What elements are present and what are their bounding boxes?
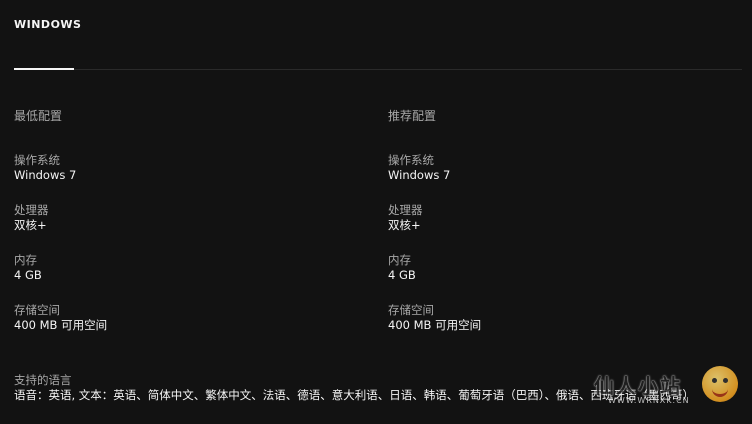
spec-value: 400 MB 可用空间 [388,318,482,332]
site-watermark: 仙人小站 WWW.WRNXK.CN [594,366,744,416]
spec-os: 操作系统 Windows 7 [14,153,354,203]
spec-value: 双核+ [14,218,47,232]
spec-label: 操作系统 [14,153,60,167]
spec-os: 操作系统 Windows 7 [388,153,728,203]
spec-storage: 存储空间 400 MB 可用空间 [388,303,728,353]
minimum-title: 最低配置 [14,109,63,123]
system-requirements-page: WINDOWS 最低配置 操作系统 Windows 7 处理器 双核+ 内存 4… [0,0,752,424]
spec-value: Windows 7 [14,168,77,182]
spec-label: 存储空间 [388,303,434,317]
tab-windows[interactable]: WINDOWS [14,0,81,70]
smiley-eye-right [723,378,728,383]
watermark-url: WWW.WRNXK.CN [608,396,690,405]
spec-value: 双核+ [388,218,421,232]
spec-memory: 内存 4 GB [388,253,728,303]
spec-label: 内存 [388,253,411,267]
spec-memory: 内存 4 GB [14,253,354,303]
minimum-requirements: 最低配置 操作系统 Windows 7 处理器 双核+ 内存 4 GB 存储空间… [14,108,354,353]
spec-label: 内存 [14,253,37,267]
spec-value: 400 MB 可用空间 [14,318,108,332]
smiley-icon [702,366,738,402]
spec-label: 操作系统 [388,153,434,167]
spec-processor: 处理器 双核+ [388,203,728,253]
spec-value: 4 GB [388,268,416,282]
spec-value: Windows 7 [388,168,451,182]
smiley-mouth [712,386,728,397]
watermark-text: 仙人小站 [594,374,682,398]
spec-storage: 存储空间 400 MB 可用空间 [14,303,354,353]
smiley-eye-left [712,378,717,383]
tab-windows-label: WINDOWS [14,18,82,31]
spec-label: 处理器 [388,203,423,217]
recommended-requirements: 推荐配置 操作系统 Windows 7 处理器 双核+ 内存 4 GB 存储空间… [388,108,728,353]
spec-processor: 处理器 双核+ [14,203,354,253]
platform-tab-bar: WINDOWS [14,0,742,70]
spec-label: 处理器 [14,203,49,217]
spec-label: 存储空间 [14,303,60,317]
spec-value: 4 GB [14,268,42,282]
recommended-title: 推荐配置 [388,109,437,123]
active-tab-indicator [14,68,74,70]
